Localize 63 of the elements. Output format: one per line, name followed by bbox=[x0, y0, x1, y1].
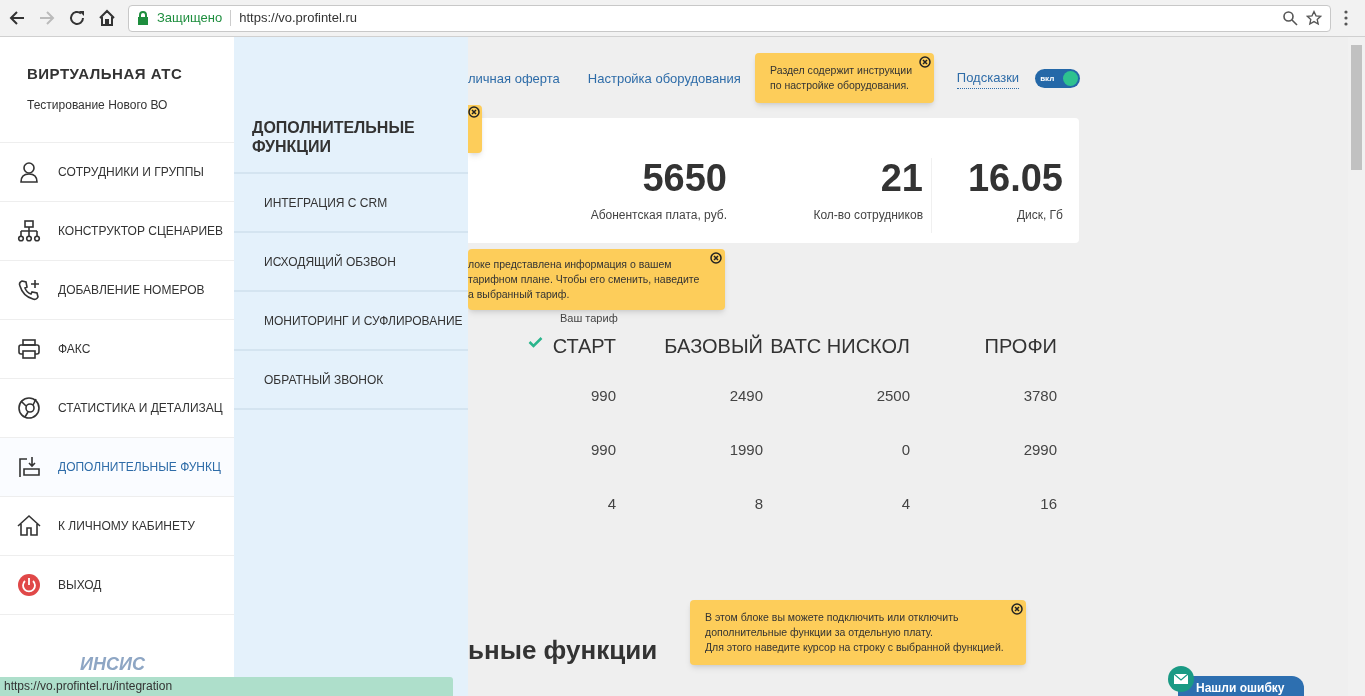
app-title: ВИРТУАЛЬНАЯ АТС bbox=[27, 64, 183, 84]
table-cell-text: 2990 bbox=[1023, 439, 1057, 460]
tariff-name[interactable]: СТАРТ bbox=[552, 331, 616, 361]
submenu-item[interactable]: ОБРАТНЫЙ ЗВОНОК bbox=[234, 351, 468, 410]
app-subtitle: Тестирование Нового ВО bbox=[27, 96, 168, 114]
table-cell-text: 990 bbox=[590, 385, 616, 406]
person-icon bbox=[17, 160, 41, 184]
table-cell-text: 3780 bbox=[1023, 385, 1057, 406]
stat-value: 16.05 bbox=[967, 158, 1063, 198]
tariff-name[interactable]: БАЗОВЫЙ bbox=[664, 331, 763, 361]
printer-icon bbox=[17, 337, 41, 361]
table-cell-text: 4 bbox=[607, 493, 616, 514]
hints-toggle[interactable]: вкл bbox=[1035, 69, 1081, 88]
submenu-item[interactable]: МОНИТОРИНГ И СУФЛИРОВАНИЕ bbox=[234, 292, 468, 351]
tooltip: В этом блоке вы можете подключить или отключить дополнительные функции за отдельную плату. Для этого наведите курсор на строку с выбранной функцией. bbox=[690, 600, 1026, 665]
nav-link[interactable]: Настройка оборудования bbox=[587, 68, 741, 89]
table-cell-text: 2500 bbox=[876, 385, 910, 406]
nav-link[interactable]: личная оферта bbox=[468, 68, 560, 89]
mail-icon[interactable] bbox=[1168, 666, 1194, 692]
table-cell-text: 8 bbox=[754, 493, 763, 514]
table-cell-text: 16 bbox=[1040, 493, 1057, 514]
url-text: https://vo.profintel.ru bbox=[239, 9, 358, 28]
address-field[interactable]: Защищено https://vo.profintel.ru bbox=[128, 4, 1331, 32]
logo-text: ИНСИС bbox=[80, 654, 145, 674]
tariff-name[interactable]: ВАТС НИСКОЛ bbox=[770, 331, 910, 361]
security-label: Защищено bbox=[157, 9, 223, 28]
menu-icon[interactable] bbox=[1343, 9, 1349, 27]
stat-label: Кол-во сотрудников bbox=[813, 207, 923, 224]
stat-value: 21 bbox=[880, 158, 923, 198]
lock-icon bbox=[137, 11, 149, 25]
table-cell-text: 0 bbox=[901, 439, 910, 460]
tariff-name[interactable]: ПРОФИ bbox=[984, 331, 1057, 361]
table-cell-text: 1990 bbox=[729, 439, 763, 460]
sidebar-item[interactable]: ДОПОЛНИТЕЛЬНЫЕ ФУНКЦ bbox=[0, 437, 234, 496]
close-icon[interactable] bbox=[1010, 603, 1023, 615]
section-heading: ьные функции bbox=[468, 635, 658, 665]
power-icon bbox=[17, 573, 41, 597]
table-cell-text: 990 bbox=[590, 439, 616, 460]
close-icon[interactable] bbox=[919, 56, 932, 68]
tooltip: локе представлена информация о вашем тарифном плане. Чтобы его сменить, наведите а выбранный тариф. bbox=[468, 249, 726, 310]
submenu-title: ДОПОЛНИТЕЛЬНЫЕ ФУНКЦИИ bbox=[252, 118, 416, 156]
star-icon[interactable] bbox=[1306, 10, 1322, 26]
tooltip: Раздел содержит инструкции по настройке оборудования. bbox=[755, 53, 935, 103]
zoom-icon[interactable] bbox=[1282, 10, 1298, 26]
hierarchy-icon bbox=[17, 219, 41, 243]
tariff-caption: Ваш тариф bbox=[560, 312, 618, 324]
back-icon[interactable] bbox=[8, 9, 26, 27]
feedback-button[interactable]: Нашли ошибку bbox=[1178, 676, 1304, 696]
stat-value: 5650 bbox=[642, 158, 727, 198]
close-icon[interactable] bbox=[710, 252, 723, 264]
download-tray-icon bbox=[17, 455, 41, 479]
reload-icon[interactable] bbox=[68, 9, 86, 27]
home-icon bbox=[17, 514, 41, 538]
close-icon[interactable] bbox=[468, 106, 480, 118]
home-icon[interactable] bbox=[98, 9, 116, 27]
hints-link[interactable]: Подсказки bbox=[956, 68, 1020, 89]
stat-label: Абонентская плата, руб. bbox=[590, 207, 727, 224]
table-cell-text: 4 bbox=[901, 493, 910, 514]
stat-label: Диск, Гб bbox=[1016, 207, 1063, 224]
phone-plus-icon bbox=[17, 278, 41, 302]
status-url: https://vo.profintel.ru/integration bbox=[0, 677, 453, 696]
pie-chart-icon bbox=[17, 396, 41, 420]
table-cell-text: 2490 bbox=[729, 385, 763, 406]
